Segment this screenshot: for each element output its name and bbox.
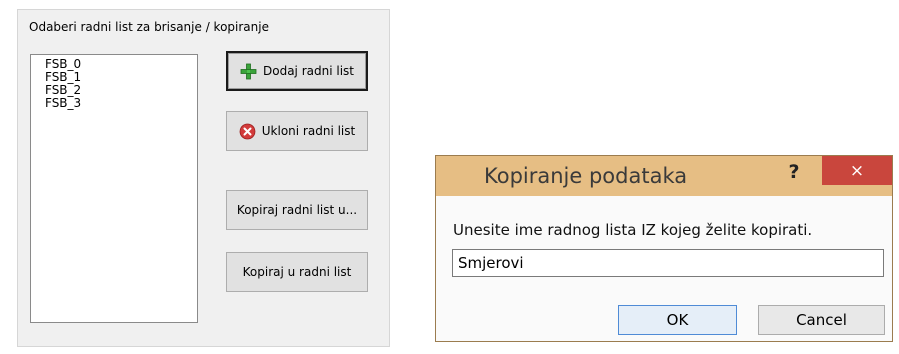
help-button[interactable]: ?: [782, 161, 806, 187]
copy-sheet-to-label: Kopiraj radni list u...: [236, 203, 358, 217]
ok-label: OK: [666, 311, 689, 329]
add-sheet-button[interactable]: Dodaj radni list: [226, 51, 368, 91]
red-x-circle-icon: [239, 123, 256, 140]
green-plus-icon: [240, 63, 257, 80]
close-icon: ×: [849, 160, 865, 181]
list-item[interactable]: FSB_3: [31, 97, 197, 110]
sheet-listbox[interactable]: FSB_0 FSB_1 FSB_2 FSB_3: [30, 54, 198, 323]
dialog-title: Kopiranje podataka: [484, 164, 688, 188]
sheet-name-input[interactable]: [452, 249, 884, 277]
cancel-button[interactable]: Cancel: [758, 305, 885, 335]
copy-into-sheet-button[interactable]: Kopiraj u radni list: [226, 252, 368, 292]
ok-button[interactable]: OK: [618, 305, 737, 335]
copy-data-dialog: Kopiranje podataka ? × Unesite ime radno…: [435, 155, 893, 342]
remove-sheet-button[interactable]: Ukloni radni list: [226, 111, 368, 151]
dialog-titlebar[interactable]: Kopiranje podataka ? ×: [436, 156, 892, 196]
cancel-label: Cancel: [796, 311, 847, 329]
copy-into-sheet-label: Kopiraj u radni list: [242, 265, 352, 279]
worksheet-panel: Odaberi radni list za brisanje / kopiran…: [17, 9, 390, 347]
copy-sheet-to-button[interactable]: Kopiraj radni list u...: [226, 190, 368, 230]
remove-sheet-label: Ukloni radni list: [261, 124, 356, 138]
dialog-prompt: Unesite ime radnog lista IZ kojeg želite…: [453, 221, 813, 239]
panel-label: Odaberi radni list za brisanje / kopiran…: [29, 20, 269, 34]
close-button[interactable]: ×: [822, 156, 892, 185]
add-sheet-label: Dodaj radni list: [263, 64, 354, 78]
